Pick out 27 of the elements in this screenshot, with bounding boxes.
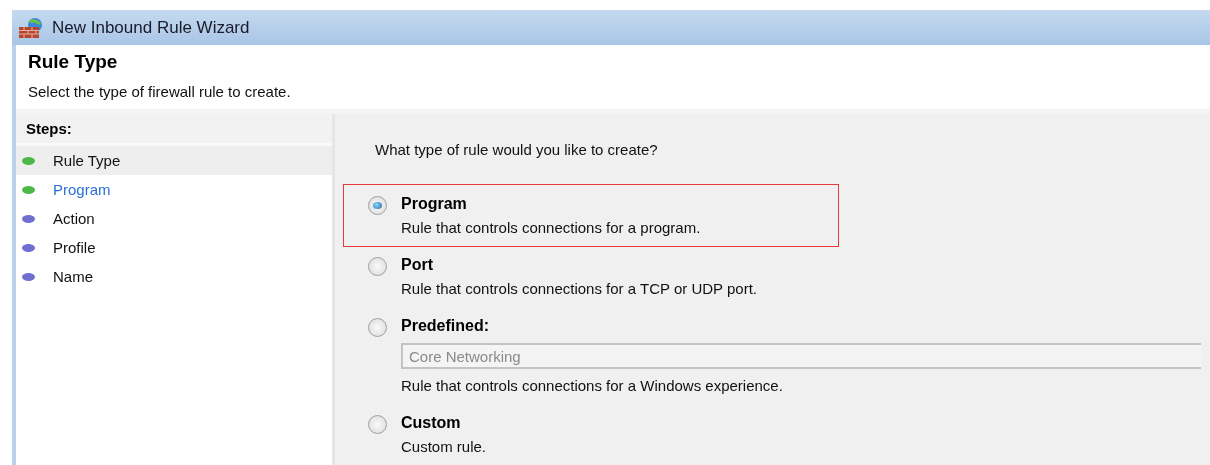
window-title: New Inbound Rule Wizard: [52, 17, 250, 38]
option-label: Custom: [401, 414, 462, 432]
option-label: Port: [401, 256, 434, 274]
step-label: Action: [53, 210, 95, 227]
step-item[interactable]: Action: [16, 204, 332, 233]
step-item[interactable]: Rule Type: [16, 146, 332, 175]
radio-button[interactable]: [368, 415, 387, 434]
step-item[interactable]: Name: [16, 262, 332, 291]
option-description: Rule that controls connections for a Windows experience.: [401, 377, 784, 394]
radio-button[interactable]: [368, 257, 387, 276]
radio-button[interactable]: [368, 196, 387, 215]
steps-heading: Steps:: [16, 114, 332, 146]
option-description: Rule that controls connections for a program.: [401, 219, 702, 236]
step-label: Program: [53, 181, 111, 198]
option-label: Program: [401, 195, 468, 213]
step-label: Rule Type: [53, 152, 121, 169]
step-item[interactable]: Program: [16, 175, 332, 204]
question-text: What type of rule would you like to create?: [375, 141, 659, 158]
option-description: Custom rule.: [401, 438, 488, 455]
radio-button[interactable]: [368, 318, 387, 337]
step-label: Profile: [53, 239, 96, 256]
page-subtitle: Select the type of firewall rule to create.: [28, 83, 292, 100]
step-item[interactable]: Profile: [16, 233, 332, 262]
option-label: Predefined:: [401, 317, 490, 335]
option-description: Rule that controls connections for a TCP or UDP port.: [401, 280, 758, 297]
step-label: Name: [53, 268, 93, 285]
page-title: Rule Type: [28, 51, 119, 73]
